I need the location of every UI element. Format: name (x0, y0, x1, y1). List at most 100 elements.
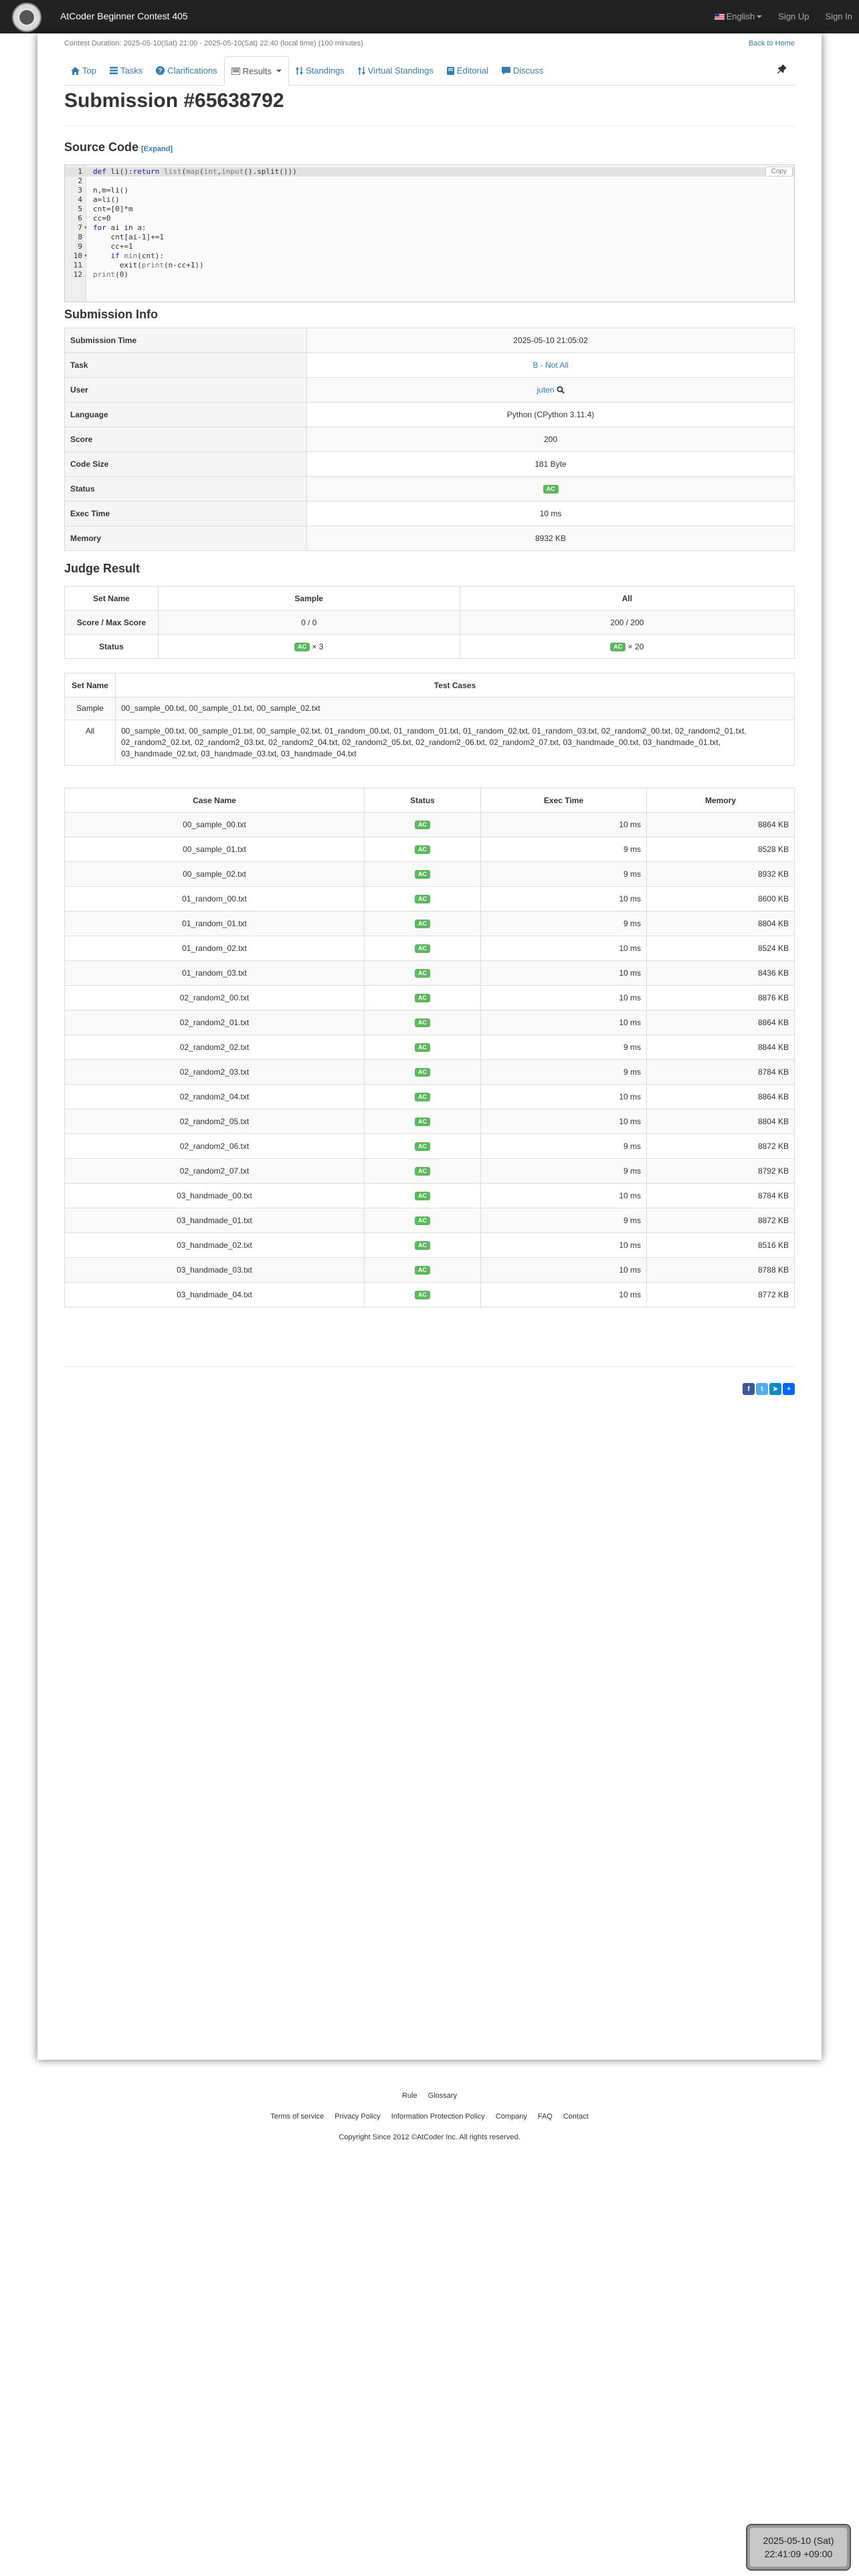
footer: Rule Glossary Terms of service Privacy P… (0, 2076, 859, 2141)
info-label: Language (64, 402, 307, 427)
submission-info-table: Submission Time 2025-05-10 21:05:02 Task B … (64, 328, 795, 551)
status-badge: AC (415, 1068, 430, 1077)
case-exec-time: 10 ms (480, 812, 647, 837)
info-row: User juten (64, 377, 795, 403)
col-memory: Memory (646, 788, 795, 813)
case-memory: 8872 KB (646, 1208, 795, 1233)
task-link[interactable]: B - Not All (533, 360, 568, 370)
table-row: Sample 00_sample_00.txt, 00_sample_01.tx… (64, 697, 795, 720)
share-plus-icon[interactable]: + (783, 1383, 795, 1395)
footer-link-rule[interactable]: Rule (402, 2092, 417, 2100)
user-link[interactable]: juten (537, 385, 554, 395)
case-status: AC (364, 886, 481, 911)
footer-link-faq[interactable]: FAQ (538, 2113, 553, 2121)
info-value: 200 (306, 427, 795, 452)
case-name: 03_handmade_02.txt (64, 1232, 365, 1258)
status-badge: AC (415, 1192, 430, 1200)
status-badge: AC (415, 994, 430, 1002)
table-row: 02_random2_04.txt AC 10 ms 8864 KB (64, 1084, 795, 1109)
case-name: 02_random2_00.txt (64, 985, 365, 1010)
case-name: 02_random2_03.txt (64, 1059, 365, 1085)
case-name: 03_handmade_00.txt (64, 1183, 365, 1208)
info-label: Score (64, 427, 307, 452)
tab-discuss[interactable]: Discuss (495, 58, 551, 84)
tab-clarifications[interactable]: ? Clarifications (149, 58, 223, 84)
tab-standings[interactable]: Standings (289, 58, 351, 84)
caret-down-icon (757, 15, 763, 18)
twitter-icon[interactable]: t (756, 1383, 768, 1395)
contest-nav-tabs: Top Tasks ? Clarifications Results Stand… (64, 56, 795, 86)
case-status: AC (364, 1134, 481, 1159)
table-row: 00_sample_01.txt AC 9 ms 8528 KB (64, 837, 795, 862)
code-line: 12 print(0) (73, 270, 128, 279)
tab-virtual-standings[interactable]: Virtual Standings (351, 58, 440, 84)
contest-name-link[interactable]: AtCoder Beginner Contest 405 (60, 11, 188, 21)
case-exec-time: 10 ms (480, 1282, 647, 1307)
info-row: Status AC (64, 476, 795, 502)
case-memory: 8804 KB (646, 1109, 795, 1134)
sign-up-link[interactable]: Sign Up (778, 11, 809, 21)
case-exec-time: 10 ms (480, 1109, 647, 1134)
case-memory: 8784 KB (646, 1183, 795, 1208)
code-line: 11 exit(print(n-cc+1)) (73, 261, 204, 270)
back-to-home-link[interactable]: Back to Home (749, 39, 795, 47)
case-memory: 8932 KB (646, 861, 795, 887)
status-badge: AC (415, 944, 430, 953)
table-row: 01_random_00.txt AC 10 ms 8600 KB (64, 886, 795, 911)
facebook-icon[interactable]: f (743, 1383, 755, 1395)
case-exec-time: 9 ms (480, 911, 647, 936)
case-name: 01_random_02.txt (64, 936, 365, 961)
navbar-right: English Sign Up Sign In (714, 11, 852, 21)
info-label: Memory (64, 526, 307, 551)
list-icon (109, 67, 118, 74)
case-memory: 8864 KB (646, 812, 795, 837)
language-dropdown[interactable]: English (714, 11, 763, 21)
sign-in-link[interactable]: Sign In (826, 11, 852, 21)
telegram-icon[interactable]: ➤ (769, 1383, 781, 1395)
table-row: 03_handmade_04.txt AC 10 ms 8772 KB (64, 1282, 795, 1307)
footer-link-glossary[interactable]: Glossary (428, 2092, 457, 2100)
info-value: Python (CPython 3.11.4) (306, 402, 795, 427)
case-status: AC (364, 1158, 481, 1184)
case-memory: 8804 KB (646, 911, 795, 936)
tab-top[interactable]: Top (64, 58, 103, 84)
table-row: 01_random_01.txt AC 9 ms 8804 KB (64, 911, 795, 936)
table-row: 00_sample_00.txt AC 10 ms 8864 KB (64, 812, 795, 837)
case-exec-time: 10 ms (480, 936, 647, 961)
footer-link-terms[interactable]: Terms of service (270, 2113, 324, 2121)
case-status: AC (364, 1010, 481, 1035)
tab-editorial[interactable]: Editorial (440, 58, 495, 84)
question-circle-icon: ? (156, 66, 165, 75)
footer-link-contact[interactable]: Contact (563, 2113, 589, 2121)
tab-results[interactable]: Results (223, 56, 289, 86)
pin-icon[interactable] (777, 64, 787, 74)
source-code-editor[interactable]: 1 def li():return list(map(int,input().sp… (64, 165, 795, 302)
info-label: User (64, 377, 307, 403)
case-name: 00_sample_00.txt (64, 812, 365, 837)
case-exec-time: 10 ms (480, 1183, 647, 1208)
info-value: juten (306, 377, 795, 403)
footer-link-privacy[interactable]: Privacy Policy (335, 2113, 380, 2121)
copy-button[interactable]: Copy (765, 167, 793, 177)
footer-link-company[interactable]: Company (496, 2113, 527, 2121)
status-badge: AC (415, 1142, 430, 1151)
case-exec-time: 9 ms (480, 1158, 647, 1184)
expand-link[interactable]: [Expand] (141, 145, 173, 153)
us-flag-icon (714, 13, 725, 20)
source-code-heading: Source Code [Expand] (64, 140, 173, 154)
judge-result-heading: Judge Result (64, 562, 140, 575)
home-icon (71, 66, 80, 75)
sort-icon (295, 66, 303, 75)
table-row: 02_random2_02.txt AC 9 ms 8844 KB (64, 1035, 795, 1060)
search-icon[interactable] (555, 385, 565, 395)
footer-link-info-protection[interactable]: Information Protection Policy (391, 2113, 485, 2121)
atcoder-logo[interactable] (12, 3, 41, 32)
info-value: B - Not All (306, 352, 795, 378)
code-line: 4 a=li() (78, 195, 120, 204)
case-status: AC (364, 1232, 481, 1258)
table-row: All 00_sample_00.txt, 00_sample_01.txt, … (64, 720, 795, 766)
tab-tasks[interactable]: Tasks (103, 58, 149, 84)
case-memory: 8600 KB (646, 886, 795, 911)
status-badge: AC (415, 1043, 430, 1052)
code-line: 8 cnt[ai-1]+=1 (78, 233, 164, 241)
